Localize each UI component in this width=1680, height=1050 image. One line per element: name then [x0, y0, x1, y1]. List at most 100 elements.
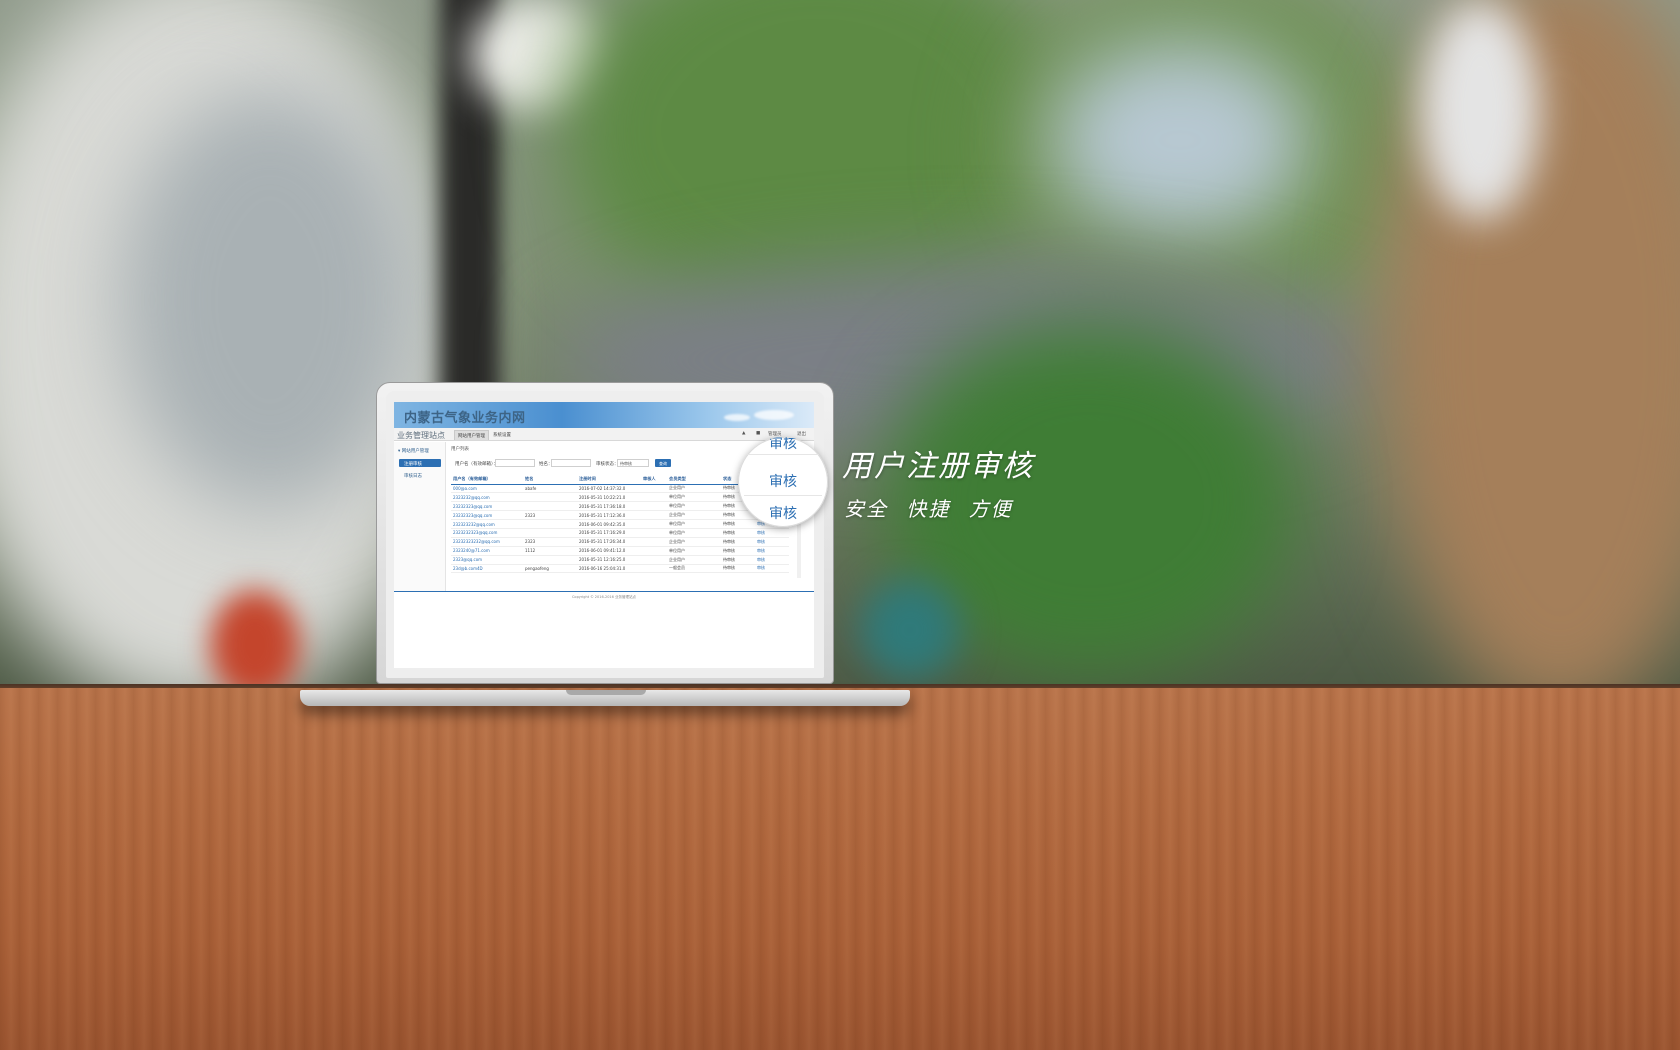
cell-member-type: 企业用户 [667, 484, 721, 494]
cell-reviewer [641, 501, 667, 512]
sidebar-item-label: 注册审核 [404, 461, 422, 467]
cell-name [523, 528, 577, 538]
review-link[interactable]: 审核 [755, 528, 789, 538]
review-link[interactable]: 审核 [755, 537, 789, 547]
review-link-magnified[interactable]: 审核 [738, 471, 828, 491]
cell-register-time: 2016-06-01 09:42:35.0 [577, 519, 641, 529]
cell-name [523, 492, 577, 503]
cell-member-type: 企业用户 [667, 537, 721, 547]
tab-system-settings[interactable]: 系统设置 [490, 430, 514, 440]
cell-reviewer [641, 484, 667, 494]
cell-username[interactable]: 23232323@qq.com [451, 510, 523, 521]
cloud-decoration [724, 414, 750, 421]
blurred-background [0, 0, 1680, 690]
cell-reviewer [641, 546, 667, 556]
cell-member-type: 单位用户 [667, 519, 721, 529]
sidebar-group-user-management[interactable]: ▾ 网站用户管理 [398, 448, 429, 454]
cell-register-time: 2016-06-16 25:04:31.0 [577, 564, 641, 574]
cell-name: 2323 [523, 537, 577, 547]
table-row: 2323240@71.com 1112 2016-06-01 09:41:12.0 单… [451, 546, 789, 556]
review-link[interactable]: 审核 [755, 546, 789, 556]
cell-name [523, 555, 577, 565]
cell-name [523, 501, 577, 512]
review-link-magnified[interactable]: 审核 [738, 503, 828, 523]
username-label: 用户名（有效邮箱）： [455, 462, 498, 467]
breadcrumb: 用户列表 [451, 447, 469, 452]
cell-username[interactable]: 23232323232@qq.com [451, 537, 523, 547]
cell-username[interactable]: 000@a.com [451, 484, 523, 494]
cell-register-time: 2016-05-31 10:22:21.0 [577, 492, 641, 503]
cell-member-type: 一般会员 [667, 564, 721, 574]
sidebar-item-registration-review[interactable]: 注册审核 [399, 459, 441, 467]
review-link-magnified[interactable]: 审核 [738, 437, 828, 453]
footer-divider [394, 591, 814, 592]
square-icon[interactable]: ■ [756, 431, 760, 436]
cell-register-time: 2016-05-31 17:16:29.0 [577, 528, 641, 538]
cell-member-type: 企业用户 [667, 555, 721, 565]
cell-username[interactable]: 232323232@qq.com [451, 519, 523, 529]
cell-reviewer [641, 510, 667, 521]
cell-reviewer [641, 564, 667, 574]
col-header-username[interactable]: 用户名（有效邮箱） [451, 475, 523, 485]
cell-username[interactable]: 2323232323@qq.com [451, 528, 523, 538]
review-link[interactable]: 审核 [755, 564, 789, 574]
search-button[interactable]: 查询 [655, 459, 671, 467]
cell-register-time: 2016-05-31 12:16:25.0 [577, 555, 641, 565]
app-banner: 内蒙古气象业务内网 [394, 402, 814, 428]
laptop-notch [566, 690, 646, 695]
hero-subtitle: 安全 快捷 方便 [844, 497, 1013, 521]
cell-register-time: 2016-06-01 09:41:12.0 [577, 546, 641, 556]
cloud-decoration [754, 410, 794, 420]
cell-register-time: 2016-05-31 17:36:18.0 [577, 501, 641, 512]
sidebar-item-review-log[interactable]: 审核日志 [404, 473, 422, 479]
cell-reviewer [641, 519, 667, 529]
divider [744, 495, 822, 496]
cell-member-type: 单位用户 [667, 492, 721, 503]
cell-username[interactable]: 23d@b.com4D [451, 564, 523, 574]
cell-register-time: 2016-05-31 17:12:36.0 [577, 510, 641, 521]
cell-name: 2323 [523, 510, 577, 521]
col-header-member-type[interactable]: 会员类型 [667, 475, 721, 485]
up-arrow-icon[interactable]: ▲ [742, 431, 745, 436]
table-row: 23d@b.com4D pengaofeng 2016-06-16 25:04:31… [451, 564, 789, 574]
teal-pot-blob [860, 580, 960, 680]
status-label: 审核状态： [596, 462, 619, 467]
tab-user-management[interactable]: 网站用户管理 [454, 430, 489, 440]
cell-username[interactable]: 2323@qq.com [451, 555, 523, 565]
laptop-base [300, 690, 910, 706]
site-name: 业务管理站点 [397, 431, 445, 440]
cell-member-type: 企业用户 [667, 510, 721, 521]
app-title: 内蒙古气象业务内网 [404, 411, 526, 426]
window-pane-blob [120, 90, 420, 510]
cell-status: 待审核 [721, 528, 755, 538]
wall-light-blob [1420, 0, 1540, 220]
cell-status: 待审核 [721, 537, 755, 547]
col-header-register-time[interactable]: 注册时间 [577, 475, 641, 485]
review-link[interactable]: 审核 [755, 555, 789, 565]
cell-member-type: 单位用户 [667, 501, 721, 512]
name-input[interactable] [551, 459, 591, 467]
status-select[interactable]: 待审核 [617, 459, 649, 467]
cell-member-type: 单位用户 [667, 546, 721, 556]
cell-username[interactable]: 2323232@qq.com [451, 492, 523, 503]
col-header-name[interactable]: 姓名 [523, 475, 577, 485]
hero-title: 用户注册审核 [842, 449, 1034, 484]
cell-status: 待审核 [721, 564, 755, 574]
cell-register-time: 2016-07-02 14:37:32.0 [577, 484, 641, 494]
cell-reviewer [641, 492, 667, 503]
table-row: 2323@qq.com 2016-05-31 12:16:25.0 企业用户 待审核审… [451, 555, 789, 565]
cell-username[interactable]: 2323240@71.com [451, 546, 523, 556]
table-row: 23232323232@qq.com 2323 2016-05-31 17:26:3… [451, 537, 789, 547]
cell-name [523, 519, 577, 529]
cell-register-time: 2016-05-31 17:26:34.0 [577, 537, 641, 547]
table-row: 2323232@qq.com 2016-05-31 10:22:21.0 单位用户待… [451, 492, 789, 503]
cell-username[interactable]: 23232323@qq.com [451, 501, 523, 512]
cell-status: 待审核 [721, 546, 755, 556]
cell-reviewer [641, 537, 667, 547]
cell-member-type: 单位用户 [667, 528, 721, 538]
cell-name: abafe [523, 484, 577, 494]
wooden-table [0, 688, 1680, 1050]
sky-blob [1050, 40, 1310, 240]
col-header-reviewer[interactable]: 审核人 [641, 475, 667, 485]
username-input[interactable] [495, 459, 535, 467]
